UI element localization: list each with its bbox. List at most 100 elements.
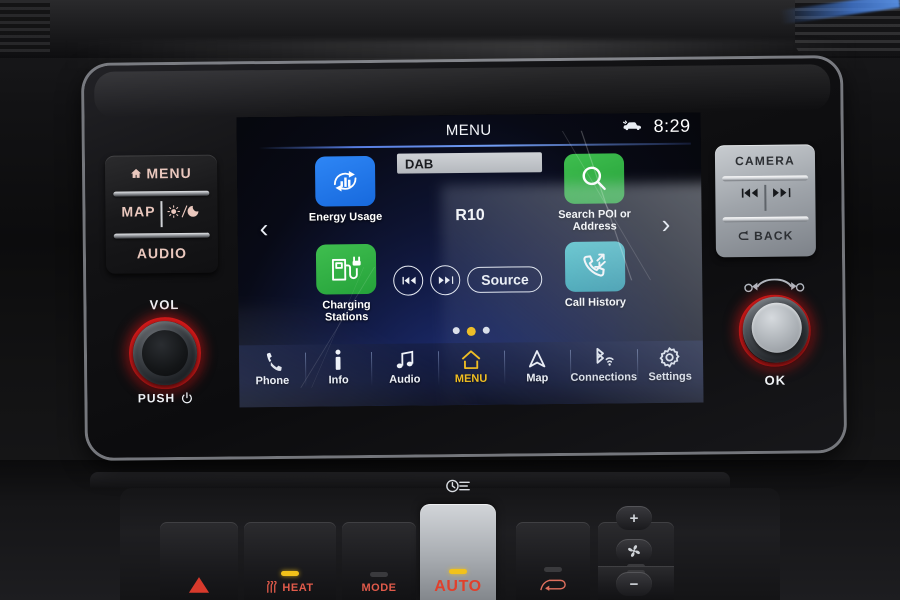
auto-indicator xyxy=(449,569,467,574)
volume-knob[interactable] xyxy=(132,320,198,386)
nav-item-settings[interactable]: Settings xyxy=(637,346,704,384)
nav-item-connections-label: Connections xyxy=(570,371,638,384)
nav-item-audio-label: Audio xyxy=(389,373,421,386)
fan-decrease-button[interactable]: − xyxy=(616,572,652,596)
climate-mode-button[interactable]: MODE xyxy=(342,522,416,600)
page-dot-3[interactable] xyxy=(482,326,490,334)
dash-lower-trim xyxy=(90,472,730,488)
back-arrow-icon xyxy=(738,230,751,242)
bottom-navigation-bar: Phone Info Audio MENU Map Connections Se… xyxy=(238,340,704,408)
climate-hazard-button[interactable] xyxy=(160,522,238,600)
previous-track-icon[interactable] xyxy=(740,187,758,199)
next-page-arrow[interactable]: › xyxy=(661,209,670,240)
fan-speed-controls: + − xyxy=(616,506,652,596)
button-divider-4 xyxy=(722,216,809,223)
gear-icon xyxy=(659,346,681,368)
left-button-panel: MENU MAP AUDIO xyxy=(104,154,219,274)
volume-knob-label: VOL xyxy=(149,296,180,313)
next-track-icon[interactable] xyxy=(430,265,461,296)
media-widget: DAB R10 Source xyxy=(393,152,549,314)
tile-energy-usage-label: Energy Usage xyxy=(308,210,383,224)
power-icon xyxy=(180,391,193,404)
navigation-arrow-icon xyxy=(527,347,547,369)
nav-item-settings-label: Settings xyxy=(648,370,692,384)
fan-increase-button[interactable]: + xyxy=(616,506,652,530)
infotainment-screen[interactable]: MENU 8:29 ‹ › Energy Usage Charging Stat… xyxy=(236,112,704,408)
hard-button-menu[interactable]: MENU xyxy=(105,165,217,182)
nav-item-menu-label: MENU xyxy=(454,372,488,386)
head-unit-bezel: MENU MAP AUDIO CAMERA BACK VOL PUSH OK M… xyxy=(83,58,845,458)
minus-icon: − xyxy=(629,575,639,593)
climate-seat-heat-label: HEAT xyxy=(282,581,314,594)
tile-call-history[interactable] xyxy=(564,241,626,292)
volume-knob-assembly: VOL PUSH xyxy=(118,297,211,406)
climate-recirculate-button[interactable] xyxy=(516,522,590,600)
ok-knob-assembly: OK xyxy=(726,278,823,391)
hard-button-map-label: MAP xyxy=(121,203,156,220)
volume-knob-face[interactable] xyxy=(141,329,189,377)
climate-control-panel: HEAT MODE AUTO + − xyxy=(120,479,780,600)
air-vent-left xyxy=(0,0,50,52)
hard-button-camera[interactable]: CAMERA xyxy=(715,153,815,169)
climate-auto-button[interactable]: AUTO xyxy=(420,479,496,600)
media-source-label[interactable]: DAB xyxy=(396,152,543,174)
button-divider-vertical xyxy=(160,201,163,228)
tile-call-history-label: Call History xyxy=(564,296,627,309)
page-title: MENU xyxy=(445,121,492,139)
ok-knob[interactable] xyxy=(742,296,810,364)
fan-icon xyxy=(626,543,642,559)
nav-item-map[interactable]: Map xyxy=(504,347,571,385)
source-button[interactable]: Source xyxy=(467,266,543,293)
charging-station-icon xyxy=(330,254,362,284)
ok-knob-face[interactable] xyxy=(751,302,803,353)
home-icon xyxy=(130,167,142,179)
status-area: 8:29 xyxy=(622,116,691,138)
car-indicator-icon xyxy=(622,120,645,133)
nav-item-menu[interactable]: MENU xyxy=(438,348,505,386)
recirculate-icon xyxy=(539,577,567,594)
hard-button-back[interactable]: BACK xyxy=(716,228,816,243)
phone-icon xyxy=(262,350,282,372)
previous-page-arrow[interactable]: ‹ xyxy=(260,213,269,244)
next-track-icon[interactable] xyxy=(772,187,791,199)
hard-button-audio-label: AUDIO xyxy=(136,244,188,262)
hard-button-map[interactable]: MAP xyxy=(121,203,155,219)
tile-search-poi[interactable] xyxy=(563,153,625,204)
previous-track-icon[interactable] xyxy=(393,265,424,296)
home-icon xyxy=(460,348,482,370)
info-icon xyxy=(331,349,345,371)
nav-item-map-label: Map xyxy=(526,372,549,385)
tile-charging-stations[interactable] xyxy=(315,243,377,295)
plus-icon: + xyxy=(629,509,639,527)
volume-knob-push-label: PUSH xyxy=(137,391,176,406)
nav-item-audio[interactable]: Audio xyxy=(371,348,438,386)
energy-usage-icon xyxy=(329,165,361,197)
hard-button-audio[interactable]: AUDIO xyxy=(106,245,218,262)
timer-light-icon xyxy=(445,478,471,494)
climate-auto-label: AUTO xyxy=(434,578,482,595)
hazard-triangle-icon xyxy=(188,575,210,594)
media-controls: Source xyxy=(393,264,553,296)
seat-heat-indicator xyxy=(281,571,299,576)
nav-item-phone[interactable]: Phone xyxy=(239,350,306,388)
sun-moon-icon xyxy=(167,203,201,218)
nav-item-connections[interactable]: Connections xyxy=(570,346,637,384)
page-dot-1[interactable] xyxy=(452,327,460,335)
button-divider-1 xyxy=(113,190,210,197)
tune-scroll-icon xyxy=(734,278,814,295)
page-dot-2-active[interactable] xyxy=(466,326,476,336)
nav-item-info-label: Info xyxy=(328,374,349,387)
right-button-panel: CAMERA BACK xyxy=(714,144,817,258)
hard-button-camera-label: CAMERA xyxy=(734,153,796,169)
button-divider-3 xyxy=(722,175,809,182)
tile-search-poi-line2: Address xyxy=(572,220,617,233)
tile-search-poi-label: Search POI or Address xyxy=(538,208,650,233)
recirculate-indicator xyxy=(544,567,562,572)
search-icon xyxy=(579,163,609,193)
button-divider-2 xyxy=(113,232,210,239)
hard-button-daynight[interactable] xyxy=(167,203,201,218)
call-history-icon xyxy=(580,251,610,281)
tile-energy-usage[interactable] xyxy=(314,155,376,207)
climate-seat-heat-button[interactable]: HEAT xyxy=(244,522,336,600)
nav-item-info[interactable]: Info xyxy=(305,349,372,387)
